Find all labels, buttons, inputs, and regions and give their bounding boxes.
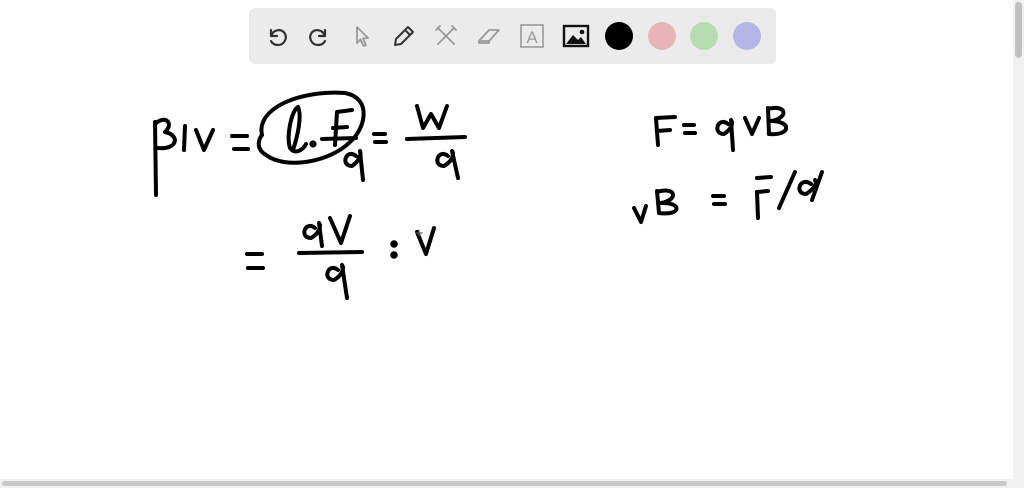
color-green-swatch[interactable] [690,22,718,50]
select-pointer-button[interactable] [346,20,378,52]
horizontal-scrollbar[interactable] [0,479,1013,488]
eraser-icon [478,29,500,44]
color-blue-swatch[interactable] [733,22,761,50]
text-box-icon: A [520,24,544,48]
vertical-scrollbar[interactable] [1013,0,1024,488]
tools-button[interactable] [430,20,462,52]
handwritten-colon-equals [390,240,398,259]
color-black-swatch[interactable] [605,22,633,50]
select-pointer-icon [356,26,369,47]
handwritten-q-denominator-1 [343,149,365,182]
text-box-button[interactable]: A [516,20,548,52]
handwritten-W-over-q [405,104,467,180]
pen-tool-button[interactable] [388,20,420,52]
redo-icon [309,28,327,47]
handwritten-F-equals-qvB [654,105,789,152]
handwritten-circled-lF [256,90,366,165]
whiteboard-canvas[interactable] [0,0,1024,488]
vertical-scrollbar-thumb[interactable] [1015,2,1022,58]
handwritten-equals-1 [230,134,250,151]
color-red-swatch[interactable] [648,22,676,50]
insert-image-button[interactable] [560,20,592,52]
svg-text:A: A [526,28,538,47]
undo-button[interactable] [261,20,293,52]
handwritten-vB-equals-F-over-q [632,170,824,224]
horizontal-scrollbar-thumb[interactable] [2,481,1007,486]
handwritten-equals-2 [372,132,388,144]
image-icon [562,24,590,48]
tools-icon [435,25,457,45]
eraser-button[interactable] [473,20,505,52]
drawing-toolbar: A [249,8,776,64]
redo-button[interactable] [303,20,335,52]
pen-icon [394,26,414,46]
handwritten-qV-over-q [297,214,364,300]
handwritten-equals-3 [245,252,265,270]
handwritten-bIV [153,117,215,197]
undo-icon [269,28,287,47]
